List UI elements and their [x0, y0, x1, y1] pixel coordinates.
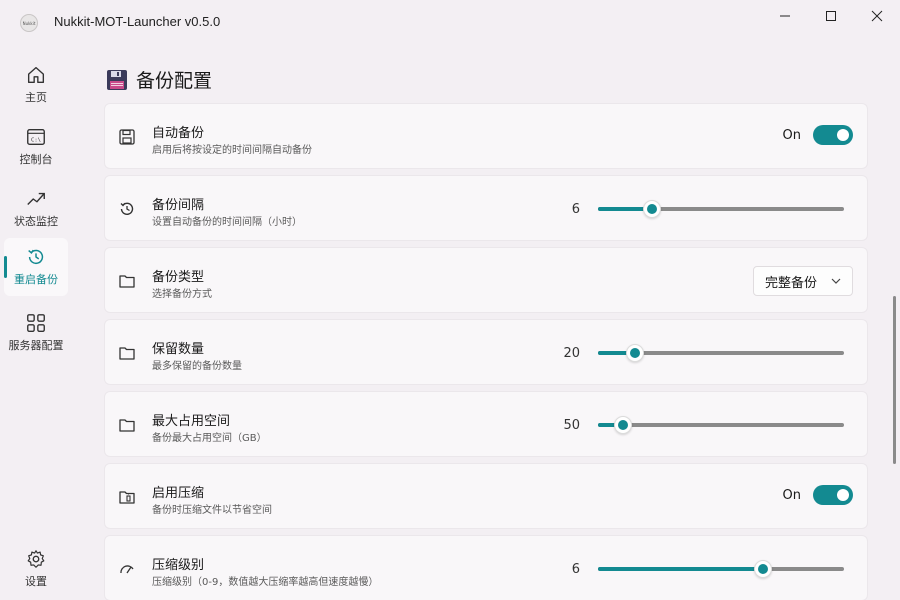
- max-space-slider[interactable]: [598, 416, 844, 434]
- sidebar-item-label: 主页: [25, 91, 47, 104]
- retention-count-slider[interactable]: [598, 344, 844, 362]
- floppy-icon: [107, 69, 127, 90]
- setting-description: 压缩级别（0-9，数值越大压缩率越高但速度越慢）: [152, 577, 379, 588]
- setting-card-auto-backup: 自动备份 启用后将按设定的时间间隔自动备份 On: [104, 103, 868, 169]
- chevron-down-icon: [831, 278, 841, 284]
- grid-icon: [27, 314, 45, 332]
- backup-type-dropdown[interactable]: 完整备份: [753, 266, 853, 296]
- compression-toggle[interactable]: [813, 485, 853, 505]
- save-icon: [119, 129, 135, 145]
- active-indicator: [4, 256, 7, 278]
- folder-icon: [119, 275, 135, 288]
- sidebar-item-label: 服务器配置: [8, 339, 64, 352]
- page-header: 备份配置: [106, 66, 212, 93]
- trend-icon: [27, 192, 45, 205]
- compression-toggle-wrap: On: [783, 485, 853, 505]
- setting-title: 备份类型: [152, 270, 205, 285]
- page-title: 备份配置: [136, 70, 213, 92]
- console-icon: C:\: [27, 128, 45, 146]
- gauge-icon: [120, 565, 134, 574]
- setting-description: 最多保留的备份数量: [152, 361, 242, 372]
- slider-thumb[interactable]: [753, 560, 772, 578]
- slider-thumb[interactable]: [643, 200, 662, 218]
- sidebar: 主页 C:\ 控制台 状态监控 重启备份 服务器配置 设置: [0, 46, 72, 600]
- setting-card-retention-count: 保留数量 最多保留的备份数量 20: [104, 319, 868, 385]
- setting-card-compression: 启用压缩 备份时压缩文件以节省空间 On: [104, 463, 868, 529]
- gear-icon: [27, 550, 45, 568]
- compression-level-slider[interactable]: [598, 560, 844, 578]
- sidebar-item-console[interactable]: C:\ 控制台: [4, 118, 68, 176]
- close-icon: [871, 10, 883, 22]
- setting-title: 启用压缩: [152, 486, 205, 501]
- sidebar-item-label: 设置: [25, 575, 47, 588]
- toggle-state-label: On: [782, 487, 801, 503]
- setting-title: 保留数量: [152, 342, 205, 357]
- window-title: Nukkit-MOT-Launcher v0.5.0: [54, 14, 221, 29]
- minimize-button[interactable]: [762, 0, 808, 32]
- setting-title: 压缩级别: [152, 558, 205, 573]
- setting-title: 自动备份: [152, 126, 205, 141]
- slider-thumb[interactable]: [613, 416, 632, 434]
- sidebar-item-label: 重启备份: [14, 273, 58, 286]
- app-logo: Nukkit: [20, 14, 38, 32]
- dropdown-selected-value: 完整备份: [765, 275, 818, 291]
- backup-interval-slider[interactable]: [598, 200, 844, 218]
- home-icon: [27, 66, 45, 84]
- folder-icon: [119, 347, 135, 360]
- setting-card-compression-level: 压缩级别 压缩级别（0-9，数值越大压缩率越高但速度越慢） 6: [104, 535, 868, 600]
- sidebar-item-monitor[interactable]: 状态监控: [4, 180, 68, 238]
- slider-track: [598, 423, 844, 427]
- setting-card-backup-interval: 备份间隔 设置自动备份的时间间隔（小时） 6: [104, 175, 868, 241]
- sidebar-item-backup[interactable]: 重启备份: [4, 238, 68, 296]
- setting-description: 启用后将按设定的时间间隔自动备份: [152, 145, 312, 156]
- slider-value: 20: [563, 346, 580, 361]
- slider-value: 50: [563, 418, 580, 433]
- setting-card-max-space: 最大占用空间 备份最大占用空间（GB） 50: [104, 391, 868, 457]
- maximize-button[interactable]: [808, 0, 854, 32]
- folder-icon: [119, 419, 135, 432]
- sidebar-item-label: 控制台: [19, 153, 53, 166]
- zip-folder-icon: [119, 491, 135, 504]
- minimize-icon: [780, 15, 790, 17]
- setting-title: 备份间隔: [152, 198, 205, 213]
- setting-title: 最大占用空间: [152, 414, 231, 429]
- slider-value: 6: [571, 562, 580, 577]
- sidebar-item-server-config[interactable]: 服务器配置: [4, 304, 68, 362]
- auto-backup-toggle-wrap: On: [783, 125, 853, 145]
- toggle-knob: [837, 129, 849, 141]
- close-button[interactable]: [854, 0, 900, 32]
- history-icon: [28, 249, 44, 265]
- slider-value: 6: [571, 202, 580, 217]
- setting-description: 备份时压缩文件以节省空间: [152, 505, 272, 516]
- setting-card-backup-type: 备份类型 选择备份方式 完整备份: [104, 247, 868, 313]
- sidebar-item-label: 状态监控: [14, 215, 58, 228]
- setting-description: 备份最大占用空间（GB）: [152, 433, 267, 444]
- svg-text:C:\: C:\: [31, 138, 41, 144]
- slider-thumb[interactable]: [625, 344, 644, 362]
- history-icon: [120, 202, 134, 215]
- auto-backup-toggle[interactable]: [813, 125, 853, 145]
- vertical-scrollbar[interactable]: [893, 296, 896, 464]
- sidebar-item-home[interactable]: 主页: [4, 56, 68, 114]
- setting-description: 设置自动备份的时间间隔（小时）: [152, 217, 302, 228]
- sidebar-item-settings[interactable]: 设置: [4, 540, 68, 598]
- toggle-state-label: On: [782, 127, 801, 143]
- toggle-knob: [837, 489, 849, 501]
- setting-description: 选择备份方式: [152, 289, 212, 300]
- maximize-icon: [826, 11, 836, 21]
- slider-fill: [598, 567, 763, 571]
- title-bar: Nukkit Nukkit-MOT-Launcher v0.5.0: [0, 0, 900, 46]
